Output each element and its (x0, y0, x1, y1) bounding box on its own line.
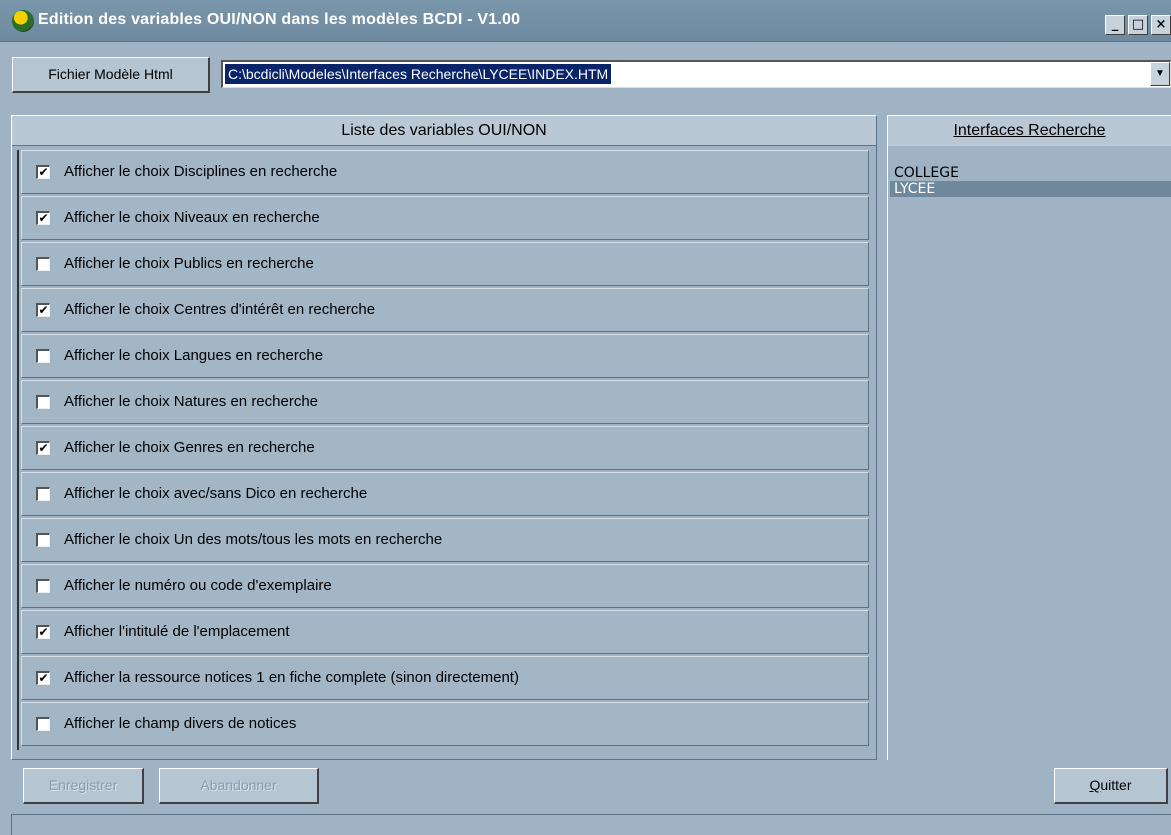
variable-row[interactable]: Afficher le numéro ou code d'exemplaire (21, 564, 869, 608)
window-controls: _ □ × (1105, 15, 1171, 37)
variable-checkbox[interactable]: ✔ (36, 165, 50, 179)
variable-row[interactable]: Afficher le choix Publics en recherche (21, 242, 869, 286)
variable-label: Afficher le champ divers de notices (64, 715, 297, 732)
variables-panel: Liste des variables OUI/NON ✔ Afficher le… (11, 115, 877, 760)
variable-checkbox[interactable] (36, 395, 50, 409)
variable-row[interactable]: Afficher le choix Natures en recherche (21, 380, 869, 424)
variable-label: Afficher le choix Genres en recherche (64, 439, 315, 456)
variable-label: Afficher le choix Langues en recherche (64, 347, 324, 364)
variable-label: Afficher le choix Disciplines en recherc… (64, 163, 338, 180)
interface-item-college[interactable]: COLLEGE (890, 165, 1171, 181)
variable-row[interactable]: ✔ Afficher le choix Genres en recherche (21, 426, 869, 470)
variable-checkbox[interactable]: ✔ (36, 625, 50, 639)
template-path-value[interactable]: C:\bcdicli\Modeles\Interfaces Recherche\… (225, 64, 612, 84)
variable-row[interactable]: ✔ Afficher l'intitulé de l'emplacement (21, 610, 869, 654)
chevron-down-icon[interactable]: ▼ (1150, 62, 1170, 86)
abandon-button[interactable]: Abandonner (159, 768, 319, 804)
variable-checkbox[interactable]: ✔ (36, 671, 50, 685)
app-globe-icon (12, 10, 34, 32)
variable-checkbox[interactable] (36, 579, 50, 593)
quit-label: uitter (1100, 777, 1132, 793)
title-bar[interactable]: Edition des variables OUI/NON dans les m… (0, 0, 1171, 42)
variable-row[interactable]: ✔ Afficher le choix Disciplines en recher… (21, 150, 869, 194)
template-file-button[interactable]: Fichier Modèle Html (12, 57, 210, 93)
variable-label: Afficher la ressource notices 1 en fiche… (64, 669, 519, 686)
variable-checkbox[interactable]: ✔ (36, 303, 50, 317)
variables-list-header: Liste des variables OUI/NON (12, 116, 876, 146)
template-path-combobox[interactable]: C:\bcdicli\Modeles\Interfaces Recherche\… (221, 60, 1171, 88)
variable-row[interactable]: Afficher le choix Langues en recherche (21, 334, 869, 378)
variable-row[interactable]: Afficher le choix Un des mots/tous les m… (21, 518, 869, 562)
quit-button[interactable]: Quitter (1054, 768, 1168, 804)
variable-label: Afficher le choix Natures en recherche (64, 393, 319, 410)
variable-row[interactable]: Afficher le champ divers de notices (21, 702, 869, 746)
variable-checkbox[interactable] (36, 487, 50, 501)
variable-checkbox[interactable] (36, 349, 50, 363)
maximize-button[interactable]: □ (1128, 15, 1148, 35)
variable-row[interactable]: ✔ Afficher le choix Niveaux en recherche (21, 196, 869, 240)
variable-row[interactable]: Afficher le choix avec/sans Dico en rech… (21, 472, 869, 516)
variable-label: Afficher le choix avec/sans Dico en rech… (64, 485, 368, 502)
variable-label: Afficher l'intitulé de l'emplacement (64, 623, 290, 640)
variables-list[interactable]: ✔ Afficher le choix Disciplines en recher… (17, 150, 870, 750)
variable-checkbox[interactable] (36, 717, 50, 731)
variable-label: Afficher le numéro ou code d'exemplaire (64, 577, 332, 594)
variable-row[interactable]: ✔ Afficher le choix Centres d'intérêt en … (21, 288, 869, 332)
interfaces-list[interactable]: COLLEGE LYCEE (890, 165, 1171, 197)
variable-row[interactable]: ✔ Afficher la ressource notices 1 en fich… (21, 656, 869, 700)
interfaces-panel: Interfaces Recherche COLLEGE LYCEE (887, 115, 1171, 760)
close-button[interactable]: × (1151, 15, 1171, 35)
quit-accelerator: Q (1089, 777, 1101, 793)
status-bar (11, 814, 1171, 835)
variable-checkbox[interactable] (36, 257, 50, 271)
interface-item-lycee[interactable]: LYCEE (890, 181, 1171, 197)
minimize-button[interactable]: _ (1105, 15, 1125, 35)
window-title: Edition des variables OUI/NON dans les m… (38, 11, 521, 28)
interfaces-header: Interfaces Recherche (888, 116, 1171, 146)
variable-checkbox[interactable]: ✔ (36, 441, 50, 455)
variable-checkbox[interactable]: ✔ (36, 211, 50, 225)
save-button[interactable]: Enregistrer (23, 768, 144, 804)
variable-label: Afficher le choix Un des mots/tous les m… (64, 531, 443, 548)
variable-checkbox[interactable] (36, 533, 50, 547)
variable-label: Afficher le choix Centres d'intérêt en r… (64, 301, 376, 318)
variable-label: Afficher le choix Niveaux en recherche (64, 209, 320, 226)
variable-label: Afficher le choix Publics en recherche (64, 255, 314, 272)
